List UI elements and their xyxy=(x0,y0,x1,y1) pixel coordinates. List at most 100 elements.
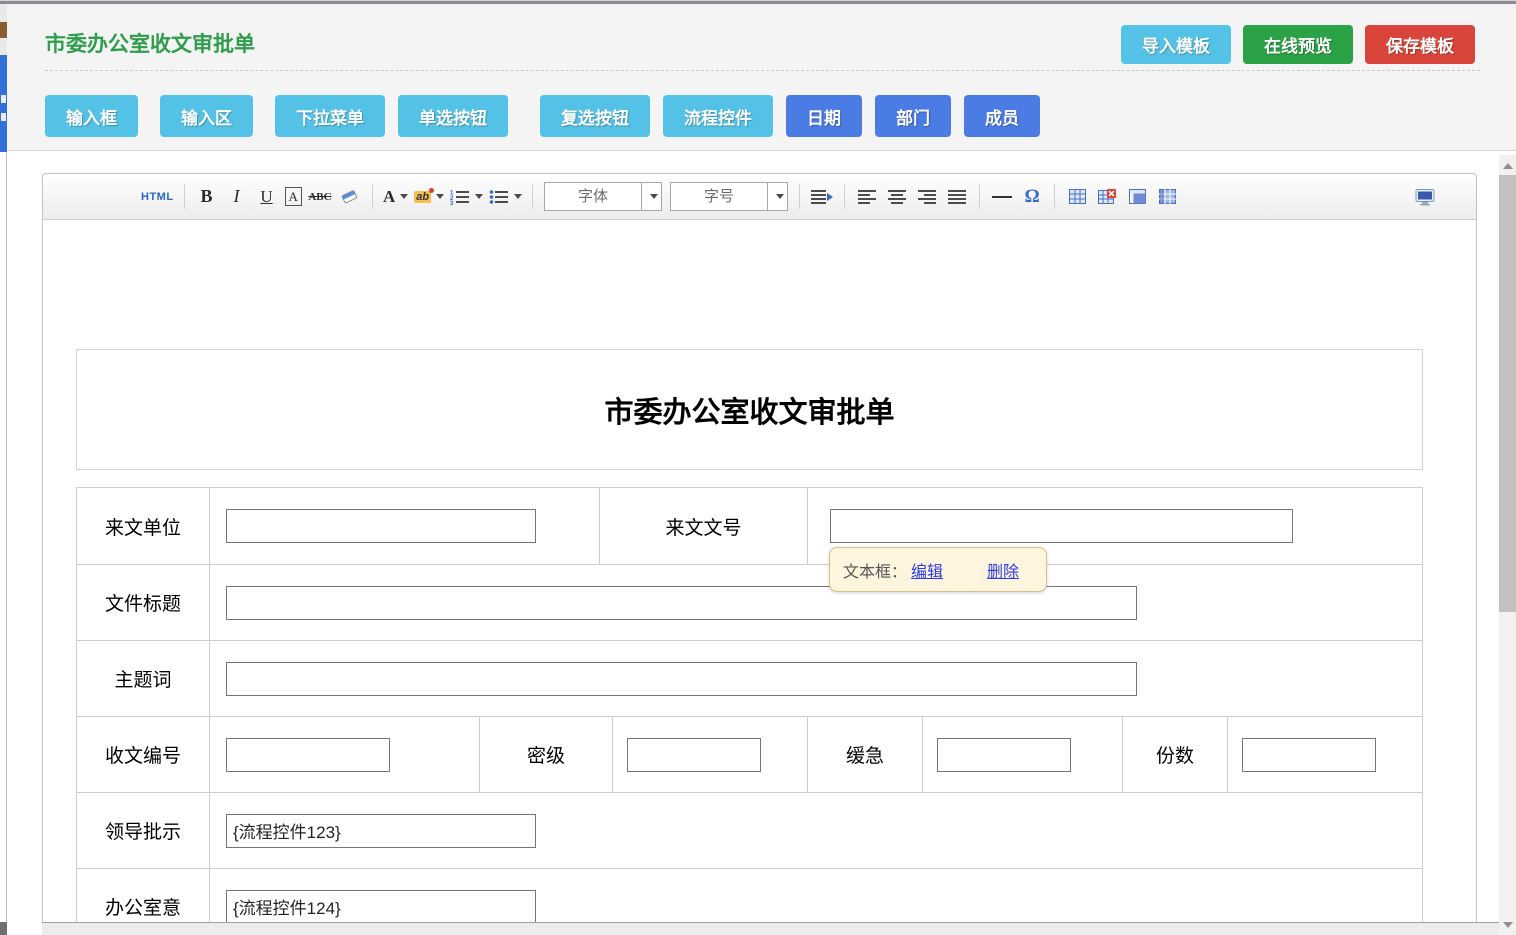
ordered-list-icon: 1 2 3 xyxy=(450,189,470,205)
ordered-list-button[interactable]: 1 2 3 xyxy=(450,183,483,211)
align-right-button[interactable] xyxy=(915,183,939,211)
cell xyxy=(612,717,807,792)
receipt-number-input[interactable] xyxy=(226,738,390,772)
tooltip-edit-link[interactable]: 编辑 xyxy=(911,558,943,582)
align-justify-button[interactable] xyxy=(945,183,969,211)
align-left-button[interactable] xyxy=(855,183,879,211)
widget-member-button[interactable]: 成员 xyxy=(964,95,1040,137)
table-row: 收文编号 密级 缓急 份数 xyxy=(77,716,1422,792)
arrow-down-icon xyxy=(1503,922,1513,928)
highlight-glyph: ab xyxy=(414,191,431,203)
table-row-props-button[interactable] xyxy=(1155,183,1179,211)
save-template-button[interactable]: 保存模板 xyxy=(1365,25,1475,64)
format-styles-button[interactable]: A xyxy=(285,187,302,206)
fullscreen-button[interactable] xyxy=(1413,183,1437,211)
table-row: 来文单位 来文文号 xyxy=(77,488,1422,564)
left-window-edge xyxy=(0,0,7,935)
header-actions: 导入模板 在线预览 保存模板 xyxy=(1121,25,1475,64)
widget-flow-control-button[interactable]: 流程控件 xyxy=(663,95,773,137)
table-icon xyxy=(1069,189,1086,204)
import-template-button[interactable]: 导入模板 xyxy=(1121,25,1231,64)
align-center-button[interactable] xyxy=(885,183,909,211)
italic-button[interactable]: I xyxy=(225,183,249,211)
font-color-button[interactable]: A xyxy=(383,183,408,211)
left-edge-blue-strip xyxy=(0,55,7,152)
online-preview-button[interactable]: 在线预览 xyxy=(1243,25,1353,64)
indent-button[interactable] xyxy=(810,183,834,211)
strikethrough-button[interactable]: ABC xyxy=(308,183,332,211)
table-row: 主题词 xyxy=(77,640,1422,716)
secrecy-level-input[interactable] xyxy=(627,738,761,772)
html-source-button[interactable]: HTML xyxy=(141,183,174,211)
toolbar-separator xyxy=(1054,184,1055,209)
widget-checkbox-button[interactable]: 复选按钮 xyxy=(540,95,650,137)
eraser-icon xyxy=(340,189,359,204)
left-edge-segment xyxy=(0,152,7,922)
left-edge-bottom xyxy=(0,922,7,935)
scrollbar-thumb[interactable] xyxy=(1499,175,1516,612)
widget-input-box-button[interactable]: 输入框 xyxy=(45,95,138,137)
special-char-button[interactable]: Ω xyxy=(1020,183,1044,211)
combo-arrow[interactable] xyxy=(767,183,787,210)
copies-input[interactable] xyxy=(1242,738,1376,772)
bold-button[interactable]: B xyxy=(195,183,219,211)
incoming-doc-number-input[interactable] xyxy=(830,509,1293,543)
combo-arrow[interactable] xyxy=(641,183,661,210)
scrollbar-down-button[interactable] xyxy=(1499,916,1516,933)
font-size-select[interactable]: 字号 xyxy=(670,182,788,211)
unordered-list-icon xyxy=(489,189,509,205)
delete-table-icon xyxy=(1098,189,1116,204)
monitor-icon xyxy=(1415,189,1435,206)
widget-department-button[interactable]: 部门 xyxy=(875,95,951,137)
chevron-down-icon xyxy=(514,194,522,199)
widget-input-area-button[interactable]: 输入区 xyxy=(160,95,253,137)
window-top-edge xyxy=(0,0,1516,4)
label-receipt-number: 收文编号 xyxy=(77,717,209,792)
keywords-input[interactable] xyxy=(226,662,1137,696)
left-edge-glyph xyxy=(1,113,6,121)
editor-canvas[interactable]: 市委办公室收文审批单 来文单位 来文文号 文件标题 主题词 xyxy=(43,220,1476,935)
leader-comments-input[interactable] xyxy=(226,814,536,848)
delete-table-button[interactable] xyxy=(1095,183,1119,211)
underline-button[interactable]: U xyxy=(255,183,279,211)
insert-table-button[interactable] xyxy=(1065,183,1089,211)
chevron-down-icon xyxy=(776,194,784,199)
cell xyxy=(209,717,479,792)
toolbar-separator xyxy=(799,184,800,209)
font-family-select[interactable]: 字体 xyxy=(544,182,662,211)
incoming-unit-input[interactable] xyxy=(226,509,536,543)
tooltip-delete-link[interactable]: 删除 xyxy=(987,558,1019,582)
scrollbar-up-button[interactable] xyxy=(1499,157,1516,174)
chevron-down-icon xyxy=(436,194,444,199)
header-panel: 市委办公室收文审批单 导入模板 在线预览 保存模板 输入框 输入区 下拉菜单 单… xyxy=(7,4,1516,151)
cell xyxy=(922,717,1122,792)
table-cell-props-button[interactable] xyxy=(1125,183,1149,211)
office-opinion-input[interactable] xyxy=(226,890,536,924)
left-edge-segment xyxy=(0,38,7,55)
textbox-context-tooltip: 文本框： 编辑 删除 xyxy=(829,547,1047,592)
vertical-scrollbar[interactable] xyxy=(1499,155,1516,935)
label-secrecy-level: 密级 xyxy=(479,717,612,792)
highlight-color-button[interactable]: ab xyxy=(414,183,444,211)
widget-radio-button[interactable]: 单选按钮 xyxy=(398,95,508,137)
viewport-bottom-edge xyxy=(42,922,1499,935)
table-row-props-icon xyxy=(1159,189,1176,204)
svg-text:3: 3 xyxy=(450,201,454,205)
align-center-icon xyxy=(888,190,906,204)
font-color-glyph: A xyxy=(383,187,395,207)
tooltip-label: 文本框： xyxy=(843,558,907,582)
chevron-down-icon xyxy=(400,194,408,199)
label-copies: 份数 xyxy=(1122,717,1227,792)
rich-text-editor: HTML B I U A ABC A ab 1 2 xyxy=(42,173,1477,935)
remove-format-button[interactable] xyxy=(338,183,362,211)
urgency-input[interactable] xyxy=(937,738,1071,772)
label-leader-comments: 领导批示 xyxy=(77,793,209,868)
widget-dropdown-button[interactable]: 下拉菜单 xyxy=(275,95,385,137)
label-keywords: 主题词 xyxy=(77,641,209,716)
table-cell-props-icon xyxy=(1129,189,1146,204)
unordered-list-button[interactable] xyxy=(489,183,522,211)
left-edge-icon-fragment xyxy=(0,22,7,38)
align-right-icon xyxy=(918,190,936,204)
horizontal-rule-button[interactable] xyxy=(990,183,1014,211)
widget-date-button[interactable]: 日期 xyxy=(786,95,862,137)
